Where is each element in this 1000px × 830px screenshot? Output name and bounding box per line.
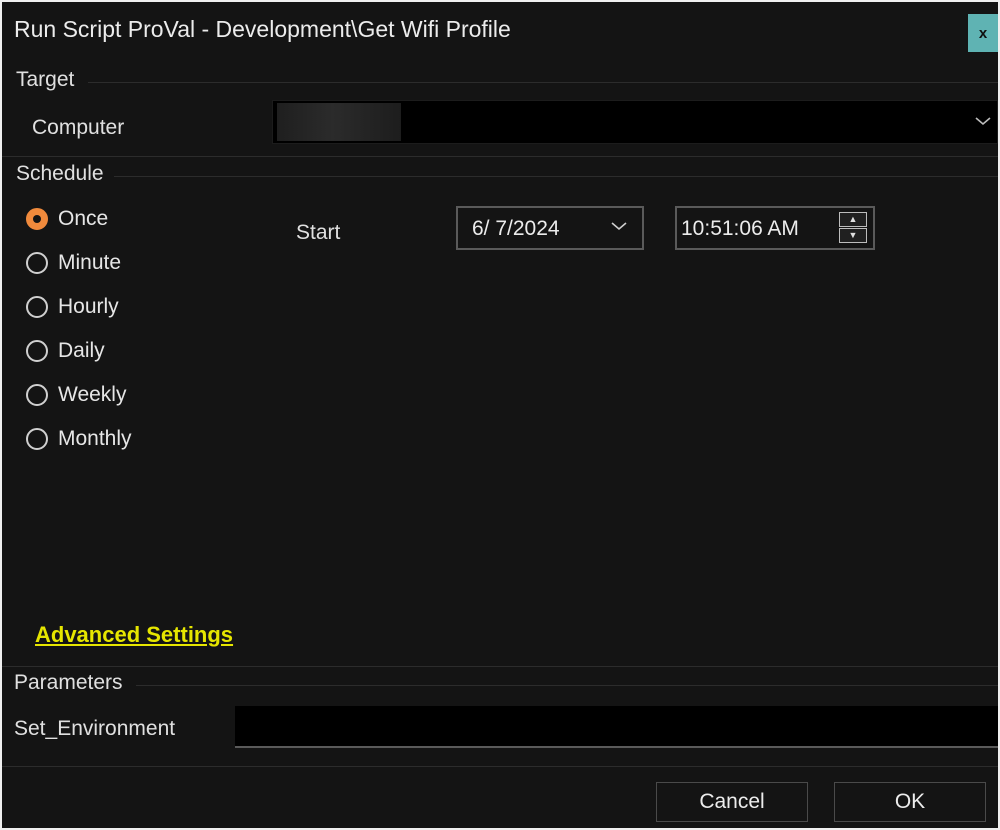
section-divider [2, 156, 998, 157]
radio-label: Monthly [58, 427, 132, 450]
run-script-dialog: Run Script ProVal - Development\Get Wifi… [2, 2, 998, 828]
set-environment-input[interactable] [235, 706, 998, 748]
computer-value-redacted [277, 103, 401, 141]
radio-button[interactable] [26, 384, 48, 406]
section-divider [2, 666, 998, 667]
radio-hourly[interactable]: Hourly [26, 292, 119, 322]
time-spinner: ▲ ▼ [839, 212, 869, 244]
chevron-down-icon[interactable] [610, 216, 628, 237]
schedule-section-label: Schedule [16, 162, 104, 185]
computer-select[interactable] [272, 100, 998, 144]
radio-label: Weekly [58, 383, 127, 406]
radio-button[interactable] [26, 428, 48, 450]
set-environment-label: Set_Environment [14, 717, 176, 740]
spin-down-icon[interactable]: ▼ [839, 228, 867, 243]
target-divider [88, 82, 998, 83]
window-title: Run Script ProVal - Development\Get Wifi… [14, 16, 511, 42]
start-date-value[interactable]: 6/ 7/2024 [472, 217, 560, 241]
advanced-settings-link[interactable]: Advanced Settings [35, 622, 233, 648]
radio-button[interactable] [26, 340, 48, 362]
close-icon: x [978, 24, 988, 42]
radio-label: Once [58, 207, 109, 230]
computer-label: Computer [32, 116, 125, 139]
radio-button[interactable] [26, 296, 48, 318]
radio-label: Hourly [58, 295, 119, 318]
close-button[interactable]: x [968, 14, 998, 52]
start-date-picker[interactable]: 6/ 7/2024 [456, 206, 644, 250]
footer-divider [2, 766, 998, 767]
cancel-button[interactable]: Cancel [656, 782, 808, 822]
radio-button[interactable] [26, 252, 48, 274]
radio-minute[interactable]: Minute [26, 248, 121, 278]
parameters-section-label: Parameters [14, 671, 123, 694]
target-section-label: Target [16, 68, 75, 91]
radio-daily[interactable]: Daily [26, 336, 105, 366]
parameters-divider [136, 685, 998, 686]
spin-up-icon[interactable]: ▲ [839, 212, 867, 227]
radio-once[interactable]: Once [26, 204, 108, 234]
radio-label: Minute [58, 251, 122, 274]
radio-label: Daily [58, 339, 105, 362]
schedule-divider [114, 176, 998, 177]
title-bar: Run Script ProVal - Development\Get Wifi… [2, 2, 998, 60]
start-label: Start [296, 221, 341, 244]
radio-monthly[interactable]: Monthly [26, 424, 132, 454]
radio-button-checked[interactable] [26, 208, 48, 230]
ok-button[interactable]: OK [834, 782, 986, 822]
radio-weekly[interactable]: Weekly [26, 380, 126, 410]
chevron-down-icon[interactable] [973, 109, 993, 133]
start-time-picker[interactable]: 10:51:06 AM ▲ ▼ [675, 206, 875, 250]
start-time-value[interactable]: 10:51:06 AM [681, 217, 799, 241]
